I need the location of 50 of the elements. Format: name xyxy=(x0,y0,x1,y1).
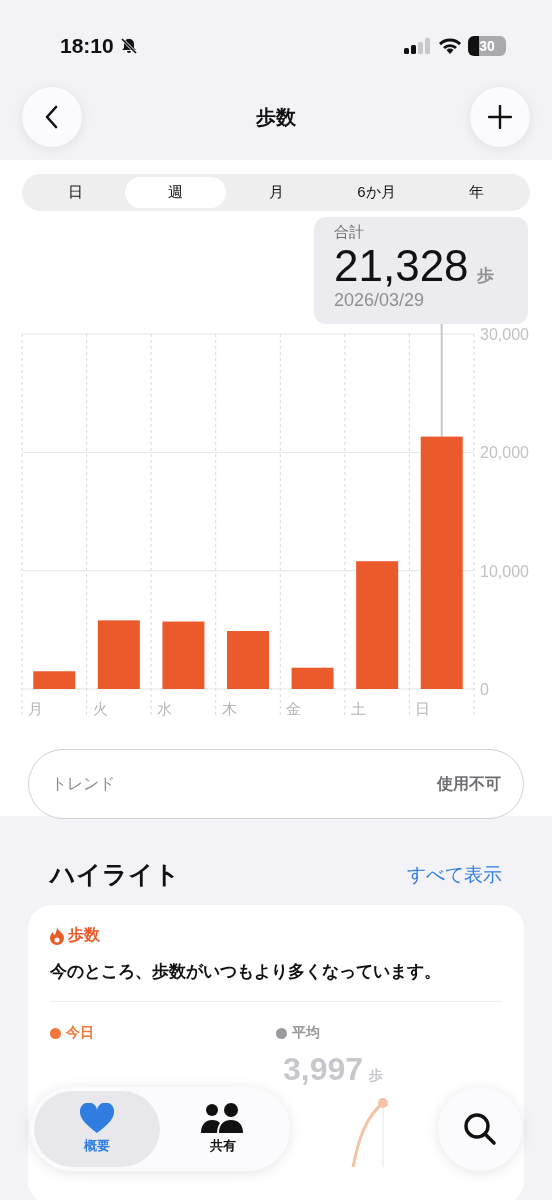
average-unit: 歩 xyxy=(369,1067,384,1085)
flame-icon xyxy=(50,926,64,945)
page-title: 歩数 xyxy=(256,104,296,130)
step-bar xyxy=(162,621,205,689)
section-title: ハイライト xyxy=(50,859,180,890)
legend-label: 平均 xyxy=(292,1024,320,1042)
people-icon xyxy=(201,1103,245,1133)
heart-icon xyxy=(80,1103,114,1133)
segment-tab[interactable]: 日 xyxy=(25,177,126,208)
tooltip-label: 合計 xyxy=(334,223,365,242)
segment-tab[interactable]: 月 xyxy=(225,177,327,208)
average-value: 3,997 xyxy=(283,1051,364,1088)
axis-label: 0 xyxy=(480,681,489,698)
day-label: 木 xyxy=(221,700,237,717)
segment-tab[interactable]: 年 xyxy=(426,177,528,208)
tooltip-date: 2026/03/29 xyxy=(334,290,426,311)
axis-label: 10,000 xyxy=(480,562,529,580)
tooltip-value: 21,328 xyxy=(334,242,469,290)
day-label: 日 xyxy=(415,700,431,717)
trend-line-drawing xyxy=(351,1097,389,1167)
legend-label: 今日 xyxy=(66,1024,94,1042)
day-label: 金 xyxy=(286,700,302,717)
trend-label: トレンド xyxy=(51,773,115,794)
tooltip-unit: 歩 xyxy=(476,265,494,287)
chevron-left-icon xyxy=(45,105,59,129)
step-bar xyxy=(291,667,334,689)
day-label: 水 xyxy=(157,700,173,717)
segment-tab[interactable]: 週 xyxy=(125,177,226,208)
day-label: 火 xyxy=(92,700,108,717)
segment-tab[interactable]: 6か月 xyxy=(326,177,427,208)
card-message: 今のところ、歩数がいつもより多くなっています。 xyxy=(50,960,502,1002)
step-bar xyxy=(33,671,76,689)
battery-level: 30 xyxy=(479,38,495,54)
signal-icon xyxy=(404,38,432,54)
day-label: 土 xyxy=(350,700,366,717)
see-all-link[interactable]: すべて表示 xyxy=(407,861,502,888)
tab-item[interactable]: 共有 xyxy=(160,1091,286,1167)
plus-icon xyxy=(488,105,512,129)
day-label: 月 xyxy=(28,700,43,717)
status-time: 18:10 xyxy=(60,34,114,58)
wifi-icon xyxy=(438,37,462,55)
step-bar xyxy=(97,620,140,689)
card-category: 歩数 xyxy=(68,925,100,945)
axis-label: 20,000 xyxy=(480,444,529,462)
step-bar xyxy=(227,631,269,689)
trend-button[interactable]: トレンド 使用不可 xyxy=(28,749,524,819)
bell-muted-icon xyxy=(119,37,138,55)
axis-label: 30,000 xyxy=(480,326,529,343)
search-icon xyxy=(463,1112,497,1146)
trend-status: 使用不可 xyxy=(437,773,501,794)
